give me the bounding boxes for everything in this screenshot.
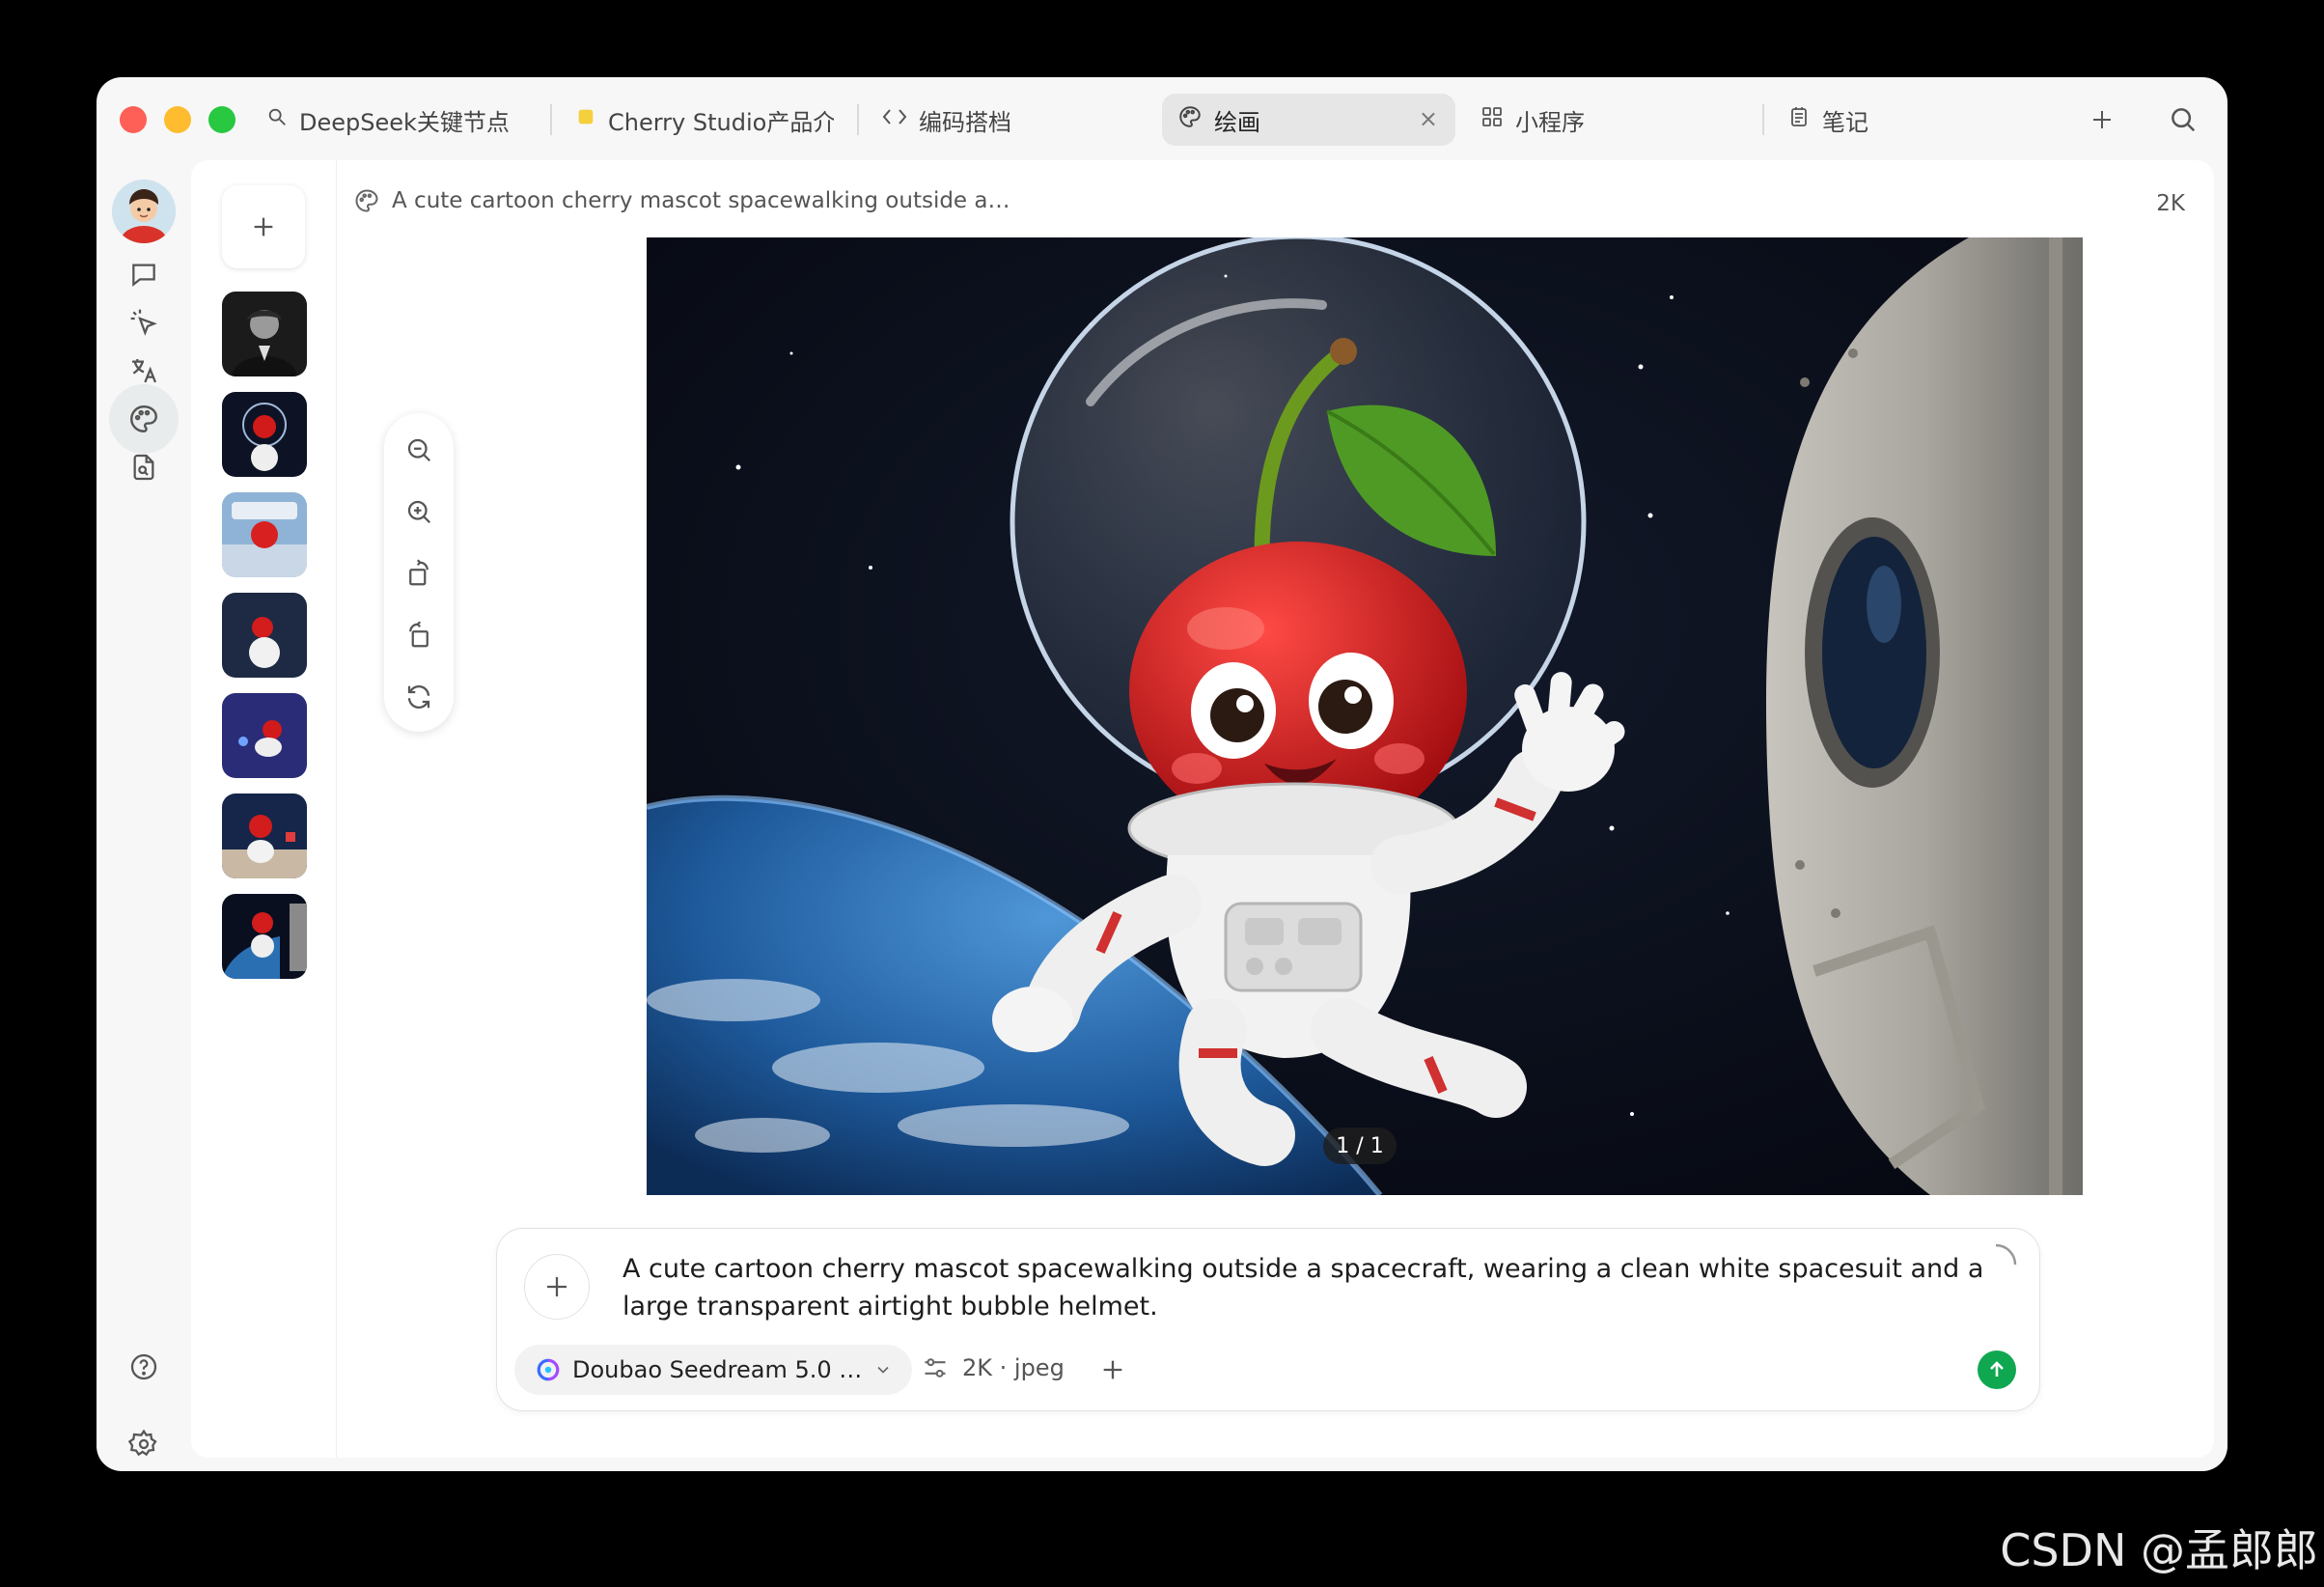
settings-button[interactable] <box>109 1409 179 1471</box>
arrow-up-icon <box>1990 1361 2004 1377</box>
sliders-icon <box>925 1358 946 1378</box>
tab-label: 绘画 <box>1214 108 1260 136</box>
tab-cherry-studio[interactable]: Cherry Studio产品介 <box>560 94 849 146</box>
history-thumbnail[interactable] <box>222 794 307 878</box>
tab-divider <box>1762 104 1764 135</box>
search-button[interactable] <box>2164 100 2202 139</box>
add-option-button[interactable] <box>1095 1352 1130 1387</box>
notebook-icon <box>1787 105 1811 134</box>
tab-label: DeepSeek关键节点 <box>299 108 510 136</box>
history-thumbnail[interactable] <box>222 392 307 477</box>
tab-painting[interactable]: 绘画 × <box>1162 94 1455 146</box>
translate-icon <box>132 359 157 383</box>
painting-workspace: A cute cartoon cherry mascot spacewalkin… <box>191 160 2214 1458</box>
sparkle-cursor-icon <box>130 309 157 336</box>
palette-icon <box>355 189 378 212</box>
tab-label: 笔记 <box>1822 108 1868 136</box>
history-thumbnail[interactable] <box>222 693 307 778</box>
file-search-icon <box>133 454 154 481</box>
painting-header: A cute cartoon cherry mascot spacewalkin… <box>353 187 1010 214</box>
output-options-button[interactable]: 2K · jpeg <box>922 1354 1065 1381</box>
tab-mini-programs[interactable]: 小程序 <box>1465 94 1755 146</box>
model-name: Doubao Seedream 5.0 … <box>572 1356 863 1383</box>
tab-notes[interactable]: 笔记 <box>1772 94 2061 146</box>
help-button[interactable] <box>109 1332 179 1402</box>
prompt-input[interactable]: A cute cartoon cherry mascot spacewalkin… <box>622 1250 1993 1325</box>
tab-label: 小程序 <box>1515 108 1585 136</box>
history-thumbnail[interactable] <box>222 894 307 979</box>
rotate-left-icon <box>409 559 429 586</box>
tab-divider <box>550 104 552 135</box>
help-icon <box>130 1353 157 1380</box>
output-options-label: 2K · jpeg <box>962 1354 1065 1381</box>
tab-deepseek[interactable]: DeepSeek关键节点 <box>251 94 540 146</box>
loading-spinner-icon <box>1995 1243 2017 1266</box>
tab-label: 编码搭档 <box>919 108 1011 136</box>
avatar[interactable] <box>112 180 176 243</box>
new-tab-button[interactable] <box>2083 100 2121 139</box>
chat-icon <box>132 264 155 288</box>
close-icon[interactable]: × <box>1419 105 1438 132</box>
reset-button[interactable] <box>401 680 436 714</box>
plus-icon <box>1103 1360 1122 1379</box>
new-painting-button[interactable] <box>222 185 305 268</box>
history-thumbnail[interactable] <box>222 492 307 577</box>
send-button[interactable] <box>1978 1350 2016 1389</box>
rotate-right-icon <box>409 621 429 648</box>
generated-image: 1 / 1 <box>647 237 2083 1195</box>
search-icon <box>266 106 288 133</box>
attach-button[interactable] <box>524 1254 590 1320</box>
title-bar: DeepSeek关键节点 Cherry Studio产品介 编码搭档 绘画 × <box>97 77 2227 160</box>
prompt-composer: A cute cartoon cherry mascot spacewalkin… <box>496 1228 2040 1411</box>
image-size-label: 2K <box>2156 191 2185 216</box>
tab-label: Cherry Studio产品介 <box>608 108 834 136</box>
rotate-left-button[interactable] <box>401 556 436 591</box>
close-window-button[interactable] <box>120 106 147 133</box>
files-nav-button[interactable] <box>109 432 179 502</box>
minimize-window-button[interactable] <box>164 106 191 133</box>
watermark: CSDN @孟郎郎 <box>2000 1524 2318 1576</box>
history-column <box>191 160 337 1458</box>
gear-icon <box>128 1429 157 1457</box>
plus-icon <box>254 217 273 237</box>
rotate-right-button[interactable] <box>401 618 436 653</box>
tab-divider <box>857 104 859 135</box>
note-icon <box>575 106 596 133</box>
grid-icon <box>1480 105 1504 134</box>
image-counter: 1 / 1 <box>1323 1128 1397 1164</box>
zoom-in-button[interactable] <box>401 494 436 529</box>
zoom-out-button[interactable] <box>401 432 436 467</box>
history-thumbnail[interactable] <box>222 292 307 376</box>
refresh-icon <box>407 685 430 709</box>
code-icon <box>882 106 907 133</box>
plus-icon <box>547 1277 567 1296</box>
painting-title: A cute cartoon cherry mascot spacewalkin… <box>392 188 1010 213</box>
app-window: DeepSeek关键节点 Cherry Studio产品介 编码搭档 绘画 × <box>97 77 2227 1471</box>
zoom-in-icon <box>407 500 431 524</box>
tab-coding[interactable]: 编码搭档 <box>867 94 1156 146</box>
chevron-down-icon <box>877 1366 889 1374</box>
maximize-window-button[interactable] <box>208 106 235 133</box>
palette-icon <box>130 405 157 432</box>
zoom-out-icon <box>407 438 431 462</box>
palette-icon <box>1177 104 1203 135</box>
model-selector[interactable]: Doubao Seedream 5.0 … <box>514 1345 913 1395</box>
image-tools <box>384 413 454 732</box>
doubao-logo-icon <box>537 1358 560 1381</box>
history-thumbnail[interactable] <box>222 593 307 678</box>
